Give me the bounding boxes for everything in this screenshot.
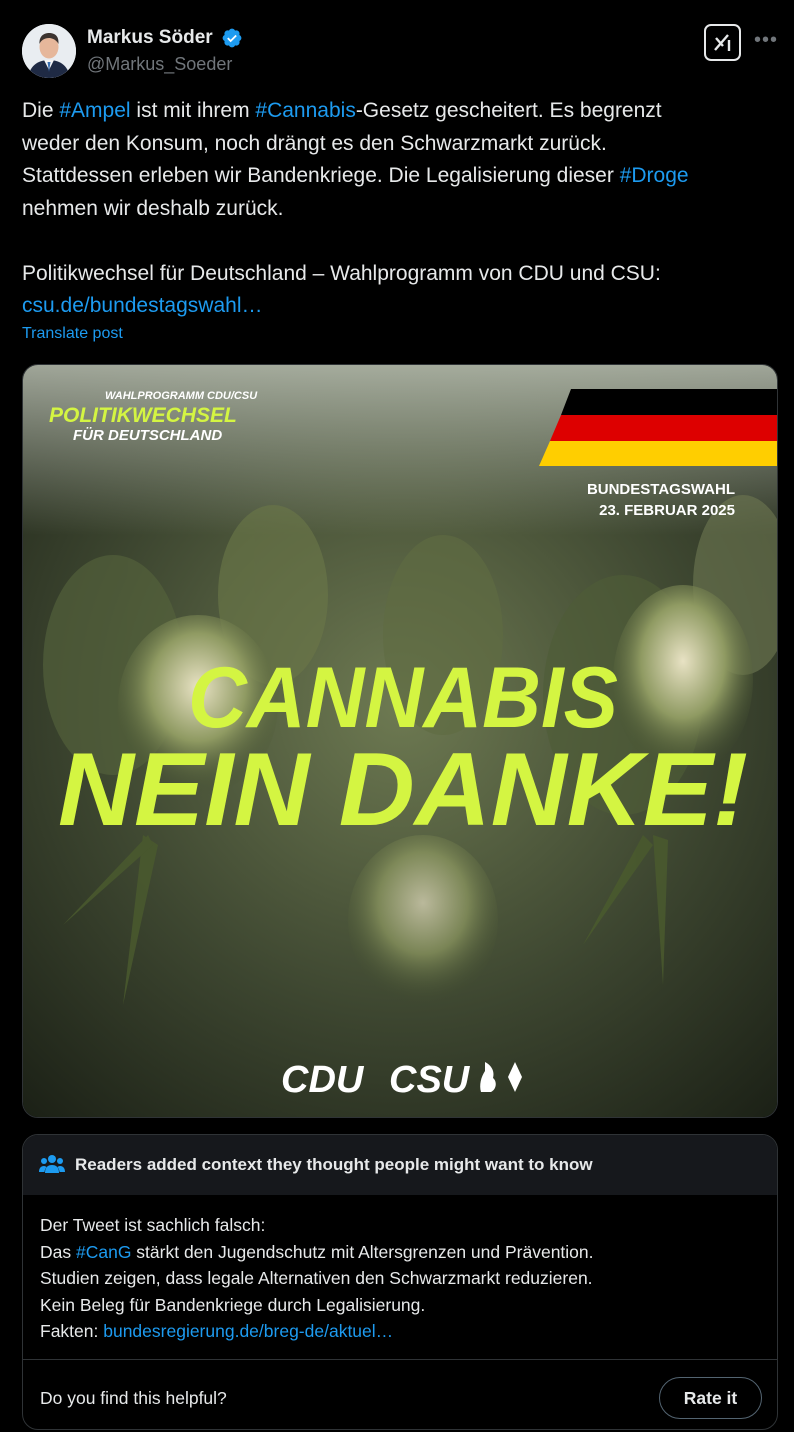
note-footer: Do you find this helpful? Rate it	[23, 1359, 777, 1429]
text-segment: Stattdessen erleben wir Bandenkriege. Di…	[22, 164, 620, 187]
text-segment: Fakten:	[40, 1321, 104, 1341]
translate-post-link[interactable]: Translate post	[22, 325, 123, 343]
poster-kicker: WAHLPROGRAMM CDU/CSU	[105, 390, 258, 402]
author-name[interactable]: Markus Söder	[87, 27, 213, 49]
headline-nein-danke: NEIN DANKE!	[58, 732, 748, 848]
note-header: Readers added context they thought peopl…	[23, 1135, 777, 1195]
party-cdu: CDU	[281, 1059, 365, 1101]
tweet-line-2: weder den Konsum, noch drängt es den Sch…	[22, 131, 607, 155]
tweet-line-1: Die #Ampel ist mit ihrem #Cannabis-Geset…	[22, 95, 777, 128]
tweet-link[interactable]: csu.de/bundestagswahl…	[22, 290, 777, 323]
author-handle[interactable]: @Markus_Soeder	[87, 54, 243, 75]
rate-it-button[interactable]: Rate it	[659, 1377, 762, 1419]
hashtag-droge[interactable]: #Droge	[620, 164, 689, 187]
hashtag-ampel[interactable]: #Ampel	[59, 99, 130, 122]
text-segment: Die	[22, 99, 60, 122]
helpful-question: Do you find this helpful?	[40, 1388, 227, 1408]
text-segment: Das	[40, 1241, 76, 1262]
verified-badge-icon	[222, 28, 242, 48]
poster-title: POLITIKWECHSEL	[49, 404, 237, 427]
tweet-line-5: Politikwechsel für Deutschland – Wahlpro…	[22, 261, 661, 285]
campaign-poster: WAHLPROGRAMM CDU/CSU POLITIKWECHSEL FÜR …	[23, 365, 777, 1117]
party-csu: CSU	[389, 1059, 471, 1101]
text-segment: stärkt den Jugendschutz mit Altersgrenze…	[131, 1241, 594, 1262]
more-options-icon[interactable]: •••	[754, 30, 778, 50]
tweet-media-image[interactable]: WAHLPROGRAMM CDU/CSU POLITIKWECHSEL FÜR …	[22, 364, 778, 1118]
grok-button[interactable]	[704, 24, 741, 61]
note-source-link[interactable]: bundesregierung.de/breg-de/aktuel…	[103, 1321, 393, 1341]
people-icon	[39, 1155, 65, 1173]
note-line-4: Kein Beleg für Bandenkriege durch Legali…	[40, 1294, 426, 1315]
grok-icon	[714, 34, 731, 51]
note-body: Der Tweet ist sachlich falsch: Das #CanG…	[23, 1195, 777, 1345]
note-line-1: Der Tweet ist sachlich falsch:	[40, 1215, 266, 1235]
election-label: BUNDESTAGSWAHL	[587, 481, 735, 498]
election-date: 23. FEBRUAR 2025	[599, 502, 735, 519]
note-title: Readers added context they thought peopl…	[75, 1155, 593, 1174]
hashtag-cang[interactable]: #CanG	[76, 1242, 131, 1262]
community-note: Readers added context they thought peopl…	[22, 1134, 778, 1430]
author-block: Markus Söder @Markus_Soeder	[87, 27, 243, 75]
text-segment: ist mit ihrem	[130, 99, 256, 122]
tweet-line-3: Stattdessen erleben wir Bandenkriege. Di…	[22, 160, 777, 193]
tweet-line-4: nehmen wir deshalb zurück.	[22, 196, 284, 220]
poster-subtitle: FÜR DEUTSCHLAND	[73, 427, 222, 444]
text-segment: -Gesetz gescheitert. Es begrenzt	[355, 99, 662, 122]
german-flag	[539, 389, 777, 466]
note-line-5: Fakten: bundesregierung.de/breg-de/aktue…	[40, 1318, 760, 1345]
note-line-3: Studien zeigen, dass legale Alternativen…	[40, 1268, 593, 1288]
avatar[interactable]	[22, 24, 76, 78]
hashtag-cannabis[interactable]: #Cannabis	[255, 99, 355, 122]
tweet-text: Die #Ampel ist mit ihrem #Cannabis-Geset…	[22, 95, 777, 323]
note-line-2: Das #CanG stärkt den Jugendschutz mit Al…	[40, 1239, 760, 1266]
tweet-header: Markus Söder @Markus_Soeder •••	[22, 24, 777, 80]
